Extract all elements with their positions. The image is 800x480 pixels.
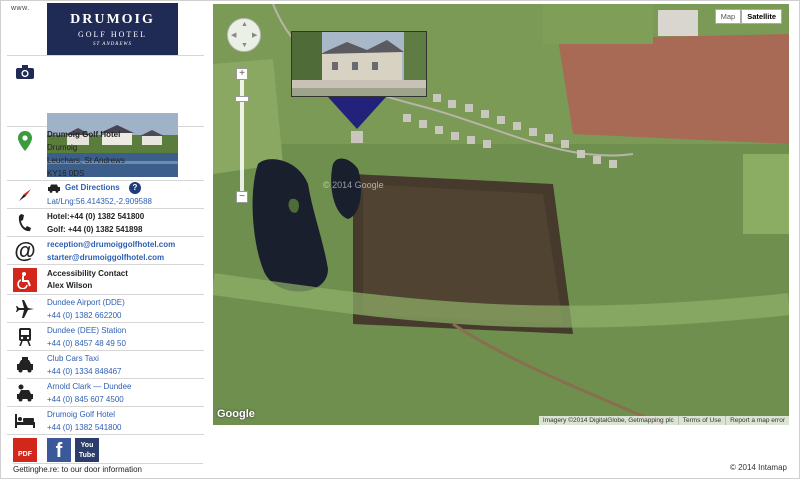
logo-row: www. DRUMOIG GOLF HOTEL ST ANDREWS bbox=[7, 1, 204, 56]
get-directions-link[interactable]: Get Directions bbox=[65, 182, 120, 195]
car-icon bbox=[47, 181, 61, 195]
satellite-map[interactable]: © 2014 Google ▲ ▼ ◀ ▶ + − Map Satellite bbox=[213, 4, 789, 425]
map-type-satellite-button[interactable]: Satellite bbox=[741, 9, 782, 24]
gettinghere-footer[interactable]: Gettinghe.re: to our door information bbox=[13, 463, 203, 477]
pdf-icon[interactable]: PDF bbox=[13, 438, 37, 462]
map-pin-icon bbox=[13, 129, 37, 153]
accessibility-label: Accessibility Contact bbox=[47, 269, 128, 278]
airplane-icon bbox=[13, 297, 37, 321]
latlng-text[interactable]: Lat/Lng:56.414352,-2.909588 bbox=[47, 196, 152, 209]
transport-row-taxi: Club Cars Taxi +44 (0) 1334 848467 bbox=[7, 351, 204, 379]
compass-icon bbox=[13, 183, 37, 207]
accessibility-name: Alex Wilson bbox=[47, 281, 93, 290]
map-type-map-button[interactable]: Map bbox=[714, 9, 742, 24]
pan-right-icon[interactable]: ▶ bbox=[252, 31, 257, 39]
map-type-control: Map Satellite bbox=[714, 9, 782, 24]
hotel-logo[interactable]: DRUMOIG GOLF HOTEL ST ANDREWS bbox=[47, 3, 178, 55]
imagery-credit: Imagery ©2014 DigitalGlobe, Getmapping p… bbox=[542, 417, 674, 424]
info-sidebar: www. DRUMOIG GOLF HOTEL ST ANDREWS Drumo… bbox=[7, 1, 204, 480]
social-row: PDF f You Tube bbox=[7, 435, 204, 464]
location-marker[interactable] bbox=[328, 97, 386, 129]
pan-left-icon[interactable]: ◀ bbox=[231, 31, 236, 39]
page-frame: www. DRUMOIG GOLF HOTEL ST ANDREWS Drumo… bbox=[0, 0, 800, 479]
hotel-phone[interactable]: Hotel:+44 (0) 1382 541800 bbox=[47, 211, 144, 224]
bed-icon bbox=[13, 409, 37, 433]
taxi-icon bbox=[13, 353, 37, 377]
address-line2: Leuchars, St Andrews bbox=[47, 156, 125, 165]
transport-row-carhire: Arnold Clark — Dundee +44 (0) 845 607 45… bbox=[7, 379, 204, 407]
address-name: Drumoig Golf Hotel bbox=[47, 130, 121, 139]
transport-name[interactable]: Dundee Airport (DDE) bbox=[47, 297, 125, 310]
pan-control[interactable]: ▲ ▼ ◀ ▶ bbox=[227, 18, 261, 52]
car-hire-icon bbox=[13, 381, 37, 405]
zoom-in-button[interactable]: + bbox=[236, 68, 248, 80]
at-icon: @ bbox=[14, 238, 36, 263]
zoom-slider-knob[interactable] bbox=[235, 96, 249, 102]
transport-phone[interactable]: +44 (0) 1382 541800 bbox=[47, 422, 122, 435]
reception-email[interactable]: reception@drumoiggolfhotel.com bbox=[47, 239, 175, 252]
transport-name[interactable]: Arnold Clark — Dundee bbox=[47, 381, 131, 394]
map-watermark: © 2014 Google bbox=[323, 180, 384, 190]
transport-phone[interactable]: +44 (0) 8457 48 49 50 bbox=[47, 338, 126, 351]
pdf-label: PDF bbox=[18, 451, 32, 458]
help-icon[interactable]: ? bbox=[129, 182, 141, 194]
transport-phone[interactable]: +44 (0) 1382 662200 bbox=[47, 310, 122, 323]
pan-up-icon[interactable]: ▲ bbox=[241, 21, 248, 28]
logo-sub: GOLF HOTEL bbox=[77, 30, 148, 39]
logo-name: DRUMOIG bbox=[70, 12, 155, 27]
photo-row bbox=[7, 56, 204, 177]
directions-row: Get Directions ? Lat/Lng:56.414352,-2.90… bbox=[7, 181, 204, 209]
hotel-popup-photo[interactable] bbox=[291, 31, 427, 97]
zoom-slider-rail[interactable] bbox=[240, 74, 244, 202]
email-row: @ reception@drumoiggolfhotel.com starter… bbox=[7, 237, 204, 265]
starter-email[interactable]: starter@drumoiggolfhotel.com bbox=[47, 252, 164, 265]
accessibility-row: Accessibility Contact Alex Wilson bbox=[7, 265, 204, 295]
address-row: Drumoig Golf Hotel Drumoig Leuchars, St … bbox=[7, 127, 204, 181]
transport-row-hotel: Drumoig Golf Hotel +44 (0) 1382 541800 bbox=[7, 407, 204, 435]
transport-name[interactable]: Club Cars Taxi bbox=[47, 353, 99, 366]
youtube-icon[interactable]: You Tube bbox=[75, 438, 99, 462]
phone-row: Hotel:+44 (0) 1382 541800 Golf: +44 (0) … bbox=[7, 209, 204, 237]
transport-row-station: Dundee (DEE) Station +44 (0) 8457 48 49 … bbox=[7, 323, 204, 351]
facebook-icon[interactable]: f bbox=[47, 438, 71, 462]
accessibility-icon bbox=[13, 268, 37, 292]
phone-icon bbox=[13, 211, 37, 235]
pan-down-icon[interactable]: ▼ bbox=[241, 42, 248, 49]
train-icon bbox=[13, 325, 37, 349]
zoom-out-button[interactable]: − bbox=[236, 191, 248, 203]
address-postcode: KY16 0DS bbox=[47, 169, 85, 178]
report-error-link[interactable]: Report a map error bbox=[725, 416, 789, 425]
golf-phone[interactable]: Golf: +44 (0) 1382 541898 bbox=[47, 224, 142, 237]
address-line1: Drumoig bbox=[47, 143, 78, 152]
transport-phone[interactable]: +44 (0) 1334 848467 bbox=[47, 366, 122, 379]
map-attribution: Imagery ©2014 DigitalGlobe, Getmapping p… bbox=[538, 416, 789, 425]
terms-link[interactable]: Terms of Use bbox=[677, 416, 725, 425]
www-label: www. bbox=[11, 5, 30, 12]
camera-icon[interactable] bbox=[13, 60, 37, 84]
google-logo[interactable]: Google bbox=[217, 408, 255, 420]
transport-name[interactable]: Dundee (DEE) Station bbox=[47, 325, 126, 338]
intamap-copyright: © 2014 Intamap bbox=[729, 463, 787, 472]
transport-row-airport: Dundee Airport (DDE) +44 (0) 1382 662200 bbox=[7, 295, 204, 323]
transport-phone[interactable]: +44 (0) 845 607 4500 bbox=[47, 394, 124, 407]
logo-place: ST ANDREWS bbox=[92, 42, 133, 47]
transport-name[interactable]: Drumoig Golf Hotel bbox=[47, 409, 115, 422]
